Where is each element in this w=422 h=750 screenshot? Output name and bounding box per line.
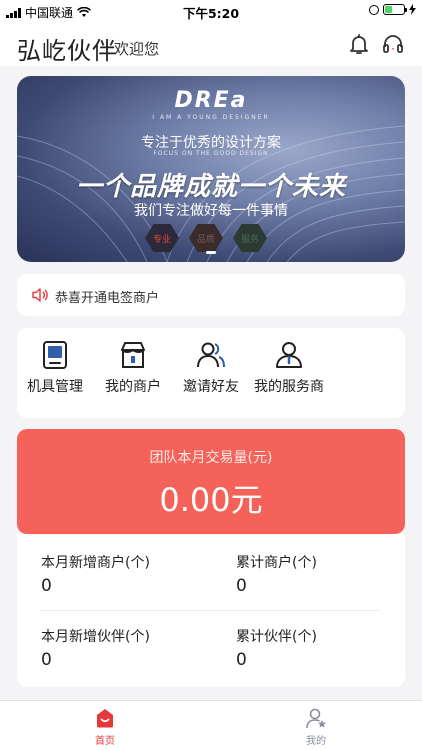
quick-action-label: 我的商户 xyxy=(105,379,161,395)
stat-label: 累计商户(个) xyxy=(236,555,317,571)
stats-divider xyxy=(41,610,381,611)
banner-logo: DREa xyxy=(174,88,248,113)
bottom-tab-bar: 首页 我的 xyxy=(0,700,422,750)
battery-icon xyxy=(383,4,407,15)
team-volume-label: 团队本月交易量(元) xyxy=(149,450,273,466)
banner-subline: 我们专注做好每一件事情 xyxy=(134,203,288,219)
home-icon xyxy=(97,709,113,728)
tab-home[interactable]: 首页 xyxy=(75,707,135,747)
service-provider-icon xyxy=(276,342,302,368)
banner-tagline: 专注于优秀的设计方案 xyxy=(141,135,281,151)
stat-label: 本月新增商户(个) xyxy=(41,555,150,571)
tab-home-label: 首页 xyxy=(95,736,115,747)
stat-value: 0 xyxy=(41,650,52,670)
notice-text: 恭喜开通电签商户 xyxy=(55,291,160,306)
stat-new-partners[interactable]: 本月新增伙伴(个) 0 xyxy=(41,626,221,670)
stat-value: 0 xyxy=(236,650,247,670)
status-bar: 中国联通 下午5:20 xyxy=(0,0,422,22)
stat-label: 本月新增伙伴(个) xyxy=(41,629,150,645)
stat-total-merchants[interactable]: 累计商户(个) 0 xyxy=(236,552,416,596)
promo-banner[interactable]: DREa I AM A YOUNG DESIGNER 专注于优秀的设计方案 FO… xyxy=(17,76,405,262)
bell-icon[interactable] xyxy=(347,32,371,56)
quick-actions-panel: 机具管理 我的商户 邀请好友 我的服务商 xyxy=(17,328,405,418)
stat-new-merchants[interactable]: 本月新增商户(个) 0 xyxy=(41,552,221,596)
terminal-icon xyxy=(43,341,67,369)
banner-tagline-en: FOCUS ON THE GOOD DESIGN xyxy=(153,150,269,157)
team-volume-value: 0.00元 xyxy=(159,481,263,519)
headset-icon[interactable] xyxy=(381,32,405,56)
user-star-icon xyxy=(306,708,326,729)
quick-action-terminal-management[interactable]: 机具管理 xyxy=(15,340,95,396)
team-volume-card[interactable]: 团队本月交易量(元) 0.00元 xyxy=(17,429,405,534)
tab-mine[interactable]: 我的 xyxy=(286,707,346,747)
alarm-icon xyxy=(369,4,379,15)
stat-value: 0 xyxy=(41,576,52,596)
brand-title: 弘屹伙伴 xyxy=(17,37,117,65)
stats-panel: 本月新增商户(个) 0 累计商户(个) 0 本月新增伙伴(个) 0 累计伙伴(个… xyxy=(17,534,405,687)
speaker-icon xyxy=(32,288,48,302)
stat-label: 累计伙伴(个) xyxy=(236,629,317,645)
banner-headline: 一个品牌成就一个未来 xyxy=(75,172,346,202)
notice-bar[interactable]: 恭喜开通电签商户 xyxy=(17,274,405,316)
invite-users-icon xyxy=(197,342,225,368)
tab-mine-label: 我的 xyxy=(306,736,326,747)
stat-total-partners[interactable]: 累计伙伴(个) 0 xyxy=(236,626,416,670)
status-time: 下午5:20 xyxy=(182,6,240,21)
welcome-text: 欢迎您 xyxy=(114,40,160,58)
banner-logo-subtitle: I AM A YOUNG DESIGNER xyxy=(152,114,270,121)
quick-action-label: 我的服务商 xyxy=(254,379,324,395)
quick-action-my-merchants[interactable]: 我的商户 xyxy=(93,340,173,396)
charging-icon xyxy=(409,4,416,15)
store-icon xyxy=(121,342,145,368)
quick-action-label: 机具管理 xyxy=(27,379,83,395)
carousel-indicator xyxy=(17,251,405,254)
quick-action-invite-friends[interactable]: 邀请好友 xyxy=(171,340,251,396)
app-header: 弘屹伙伴 欢迎您 xyxy=(0,22,422,66)
quick-action-my-service-providers[interactable]: 我的服务商 xyxy=(249,340,329,396)
stat-value: 0 xyxy=(236,576,247,596)
quick-action-label: 邀请好友 xyxy=(183,379,239,395)
